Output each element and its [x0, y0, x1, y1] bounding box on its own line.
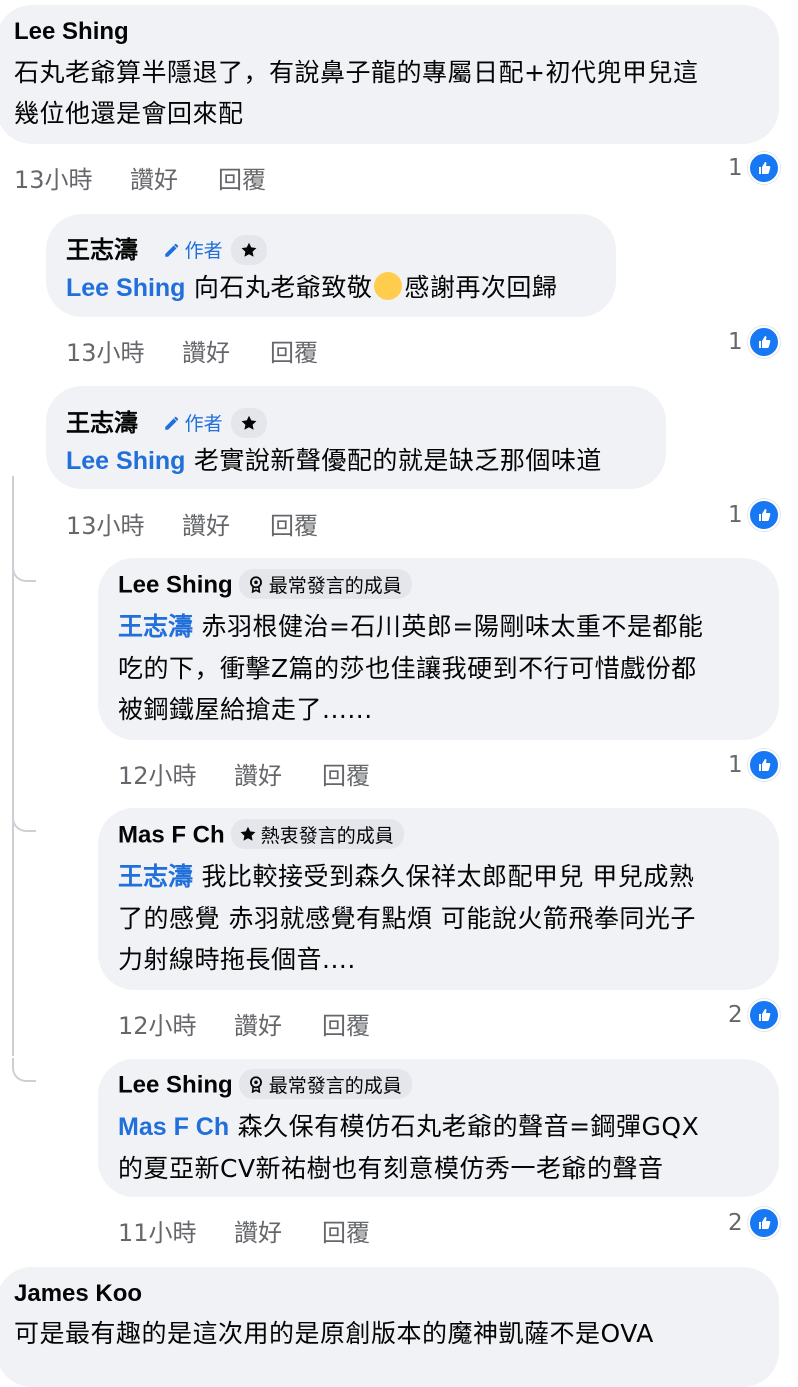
- reaction-number: 1: [728, 502, 743, 528]
- comment-text: 可是最有趣的是這次用的是原創版本的魔神凱薩不是OVA: [14, 1319, 654, 1348]
- reply-button[interactable]: 回覆: [270, 506, 318, 541]
- thumbs-up-icon: [747, 1207, 780, 1239]
- text-part: 我比較接受到森久保祥太郎配甲兒 甲兒成熟: [193, 862, 695, 891]
- comment-meta: 13小時 讚好 回覆: [66, 333, 318, 368]
- timestamp[interactable]: 13小時: [66, 333, 182, 368]
- pencil-icon: [164, 416, 178, 430]
- comment-meta: 12小時 讚好 回覆: [118, 1006, 370, 1041]
- text-part: 向石丸老爺致敬: [185, 273, 373, 302]
- star-icon: [240, 826, 256, 841]
- like-button[interactable]: 讚好: [234, 756, 322, 791]
- author-name[interactable]: Lee Shing: [118, 571, 233, 598]
- mention-link[interactable]: Mas F Ch: [118, 1113, 229, 1141]
- comment-line: 石丸老爺算半隱退了，有說鼻子龍的專屬日配+初代兜甲兒這: [14, 58, 699, 87]
- member-badge: 熱衷發言的成員: [230, 819, 404, 849]
- comment-meta: 13小時 讚好 回覆: [66, 506, 318, 541]
- comment-author: Lee Shing 最常發言的成員: [118, 569, 412, 601]
- reaction-number: 2: [728, 1210, 743, 1236]
- comment-text: Lee Shing 向石丸老爺致敬 感謝再次回歸: [66, 267, 557, 309]
- text-part: 赤羽根健治=石川英郎=陽剛味太重不是都能: [193, 612, 704, 641]
- comment-author: Mas F Ch 熱衷發言的成員: [118, 819, 404, 851]
- reaction-count[interactable]: 1: [728, 152, 780, 184]
- thumbs-up-icon: [747, 326, 780, 358]
- thumbs-up-icon: [747, 499, 780, 531]
- author-name[interactable]: 王志濤: [66, 410, 138, 437]
- saluting-face-emoji: [374, 272, 403, 300]
- star-badge: [230, 407, 267, 438]
- reply-button[interactable]: 回覆: [322, 1006, 370, 1041]
- like-button[interactable]: 讚好: [130, 160, 218, 195]
- timestamp[interactable]: 12小時: [118, 756, 234, 791]
- comment-author: 王志濤 作者: [66, 403, 267, 440]
- badge-icon: [249, 576, 262, 593]
- reaction-count[interactable]: 2: [728, 999, 780, 1031]
- comment-line: 被鋼鐵屋給搶走了......: [118, 695, 373, 724]
- member-badge: 最常發言的成員: [238, 1069, 412, 1099]
- thread-curve: [12, 1058, 36, 1082]
- comment-meta: 13小時 讚好 回覆: [14, 160, 266, 195]
- comment-line: 了的感覺 赤羽就感覺有點煩 可能說火箭飛拳同光子: [118, 904, 696, 933]
- comment-text: Mas F Ch 森久保有模仿石丸老爺的聲音=鋼彈GQX 的夏亞新CV新祐樹也有…: [118, 1106, 699, 1189]
- comment-line: 的夏亞新CV新祐樹也有刻意模仿秀一老爺的聲音: [118, 1154, 664, 1183]
- like-button[interactable]: 讚好: [182, 333, 270, 368]
- comment-author: 王志濤 作者: [66, 230, 267, 267]
- comment-line: 幾位他還是會回來配: [14, 99, 244, 128]
- author-badge: 作者: [159, 235, 227, 265]
- reaction-number: 2: [728, 1002, 743, 1028]
- reply-button[interactable]: 回覆: [322, 1213, 370, 1248]
- comment-author[interactable]: Lee Shing: [14, 18, 129, 46]
- comment-meta: 11小時 讚好 回覆: [118, 1213, 370, 1248]
- comment-text: Lee Shing 老實說新聲優配的就是缺乏那個味道: [66, 440, 602, 482]
- author-name[interactable]: Lee Shing: [118, 1071, 233, 1098]
- comment-line: 吃的下，衝擊Z篇的莎也佳讓我硬到不行可惜戲份都: [118, 654, 697, 683]
- text-part: 老實說新聲優配的就是缺乏那個味道: [185, 446, 602, 475]
- like-button[interactable]: 讚好: [234, 1213, 322, 1248]
- reaction-number: 1: [728, 329, 743, 355]
- reaction-count[interactable]: 1: [728, 326, 780, 358]
- comment-text: 王志濤 赤羽根健治=石川英郎=陽剛味太重不是都能 吃的下，衝擊Z篇的莎也佳讓我硬…: [118, 606, 703, 730]
- reaction-count[interactable]: 1: [728, 499, 780, 531]
- comment-meta: 12小時 讚好 回覆: [118, 756, 370, 791]
- thread-curve: [12, 808, 36, 832]
- comment-text: 石丸老爺算半隱退了，有說鼻子龍的專屬日配+初代兜甲兒這 幾位他還是會回來配: [14, 52, 698, 134]
- member-badge: 最常發言的成員: [238, 569, 412, 599]
- author-badge: 作者: [159, 408, 227, 438]
- reaction-number: 1: [728, 155, 743, 181]
- author-name[interactable]: 王志濤: [66, 237, 138, 264]
- comment-author[interactable]: James Koo: [14, 1280, 142, 1308]
- timestamp[interactable]: 13小時: [66, 506, 182, 541]
- star-badge: [230, 234, 267, 265]
- mention-link[interactable]: Lee Shing: [66, 274, 185, 302]
- pencil-icon: [164, 243, 178, 257]
- reaction-count[interactable]: 1: [728, 749, 780, 781]
- thumbs-up-icon: [747, 999, 780, 1031]
- timestamp[interactable]: 11小時: [118, 1213, 234, 1248]
- mention-link[interactable]: Lee Shing: [66, 447, 185, 475]
- timestamp[interactable]: 13小時: [14, 160, 130, 195]
- like-button[interactable]: 讚好: [234, 1006, 322, 1041]
- star-icon: [241, 415, 257, 430]
- mention-link[interactable]: 王志濤: [118, 863, 193, 891]
- comment-author: Lee Shing 最常發言的成員: [118, 1069, 412, 1101]
- text-part: 森久保有模仿石丸老爺的聲音=鋼彈GQX: [229, 1112, 700, 1141]
- reply-button[interactable]: 回覆: [322, 756, 370, 791]
- comment-line: 力射線時拖長個音....: [118, 945, 356, 974]
- mention-link[interactable]: 王志濤: [118, 613, 193, 641]
- comment-text: 王志濤 我比較接受到森久保祥太郎配甲兒 甲兒成熟 了的感覺 赤羽就感覺有點煩 可…: [118, 856, 696, 980]
- reaction-number: 1: [728, 752, 743, 778]
- like-button[interactable]: 讚好: [182, 506, 270, 541]
- thumbs-up-icon: [747, 152, 780, 184]
- author-name[interactable]: Mas F Ch: [118, 821, 225, 848]
- badge-icon: [249, 1076, 262, 1093]
- thread-curve: [12, 558, 36, 582]
- reply-button[interactable]: 回覆: [270, 333, 318, 368]
- reaction-count[interactable]: 2: [728, 1207, 780, 1239]
- reply-button[interactable]: 回覆: [218, 160, 266, 195]
- thumbs-up-icon: [747, 749, 780, 781]
- text-part: 感謝再次回歸: [404, 273, 558, 302]
- timestamp[interactable]: 12小時: [118, 1006, 234, 1041]
- star-icon: [241, 242, 257, 257]
